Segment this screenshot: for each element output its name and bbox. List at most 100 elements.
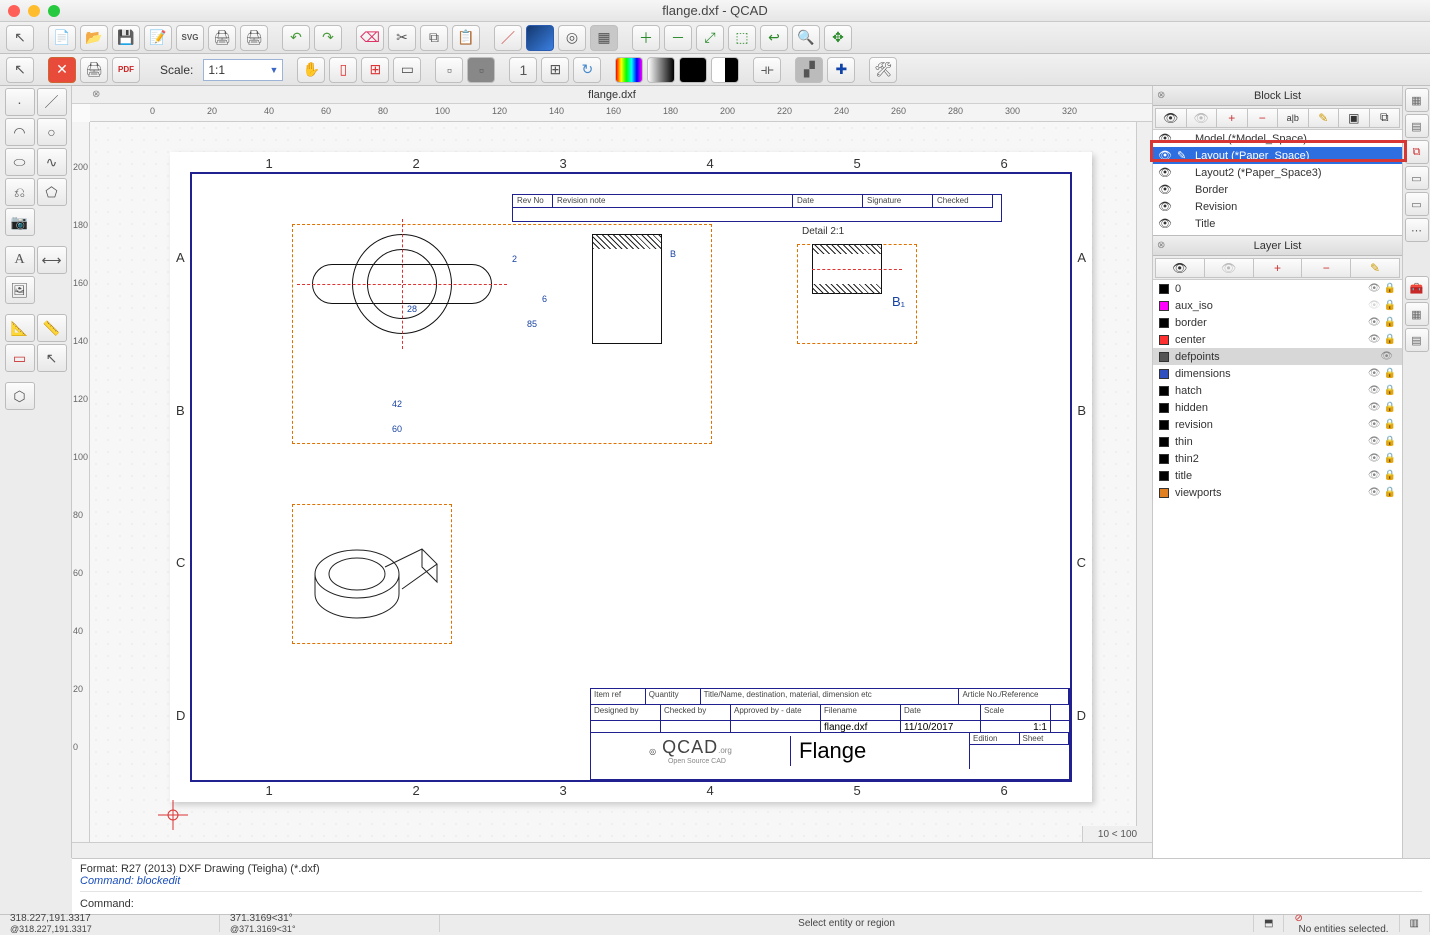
save-file-button[interactable]: 💾 <box>112 25 140 51</box>
nc-btn-9[interactable]: ▤ <box>1405 328 1429 352</box>
status-toggle-1[interactable]: ⬒ <box>1254 915 1284 932</box>
pointer-tool[interactable]: ↖ <box>6 25 34 51</box>
point-tool[interactable]: · <box>5 88 35 116</box>
block-insert-button[interactable]: ▣ <box>1339 108 1370 128</box>
bbox-tool[interactable]: ▭ <box>5 344 35 372</box>
layer-list[interactable]: 0👁🔒aux_iso👁🔒border👁🔒center👁🔒defpoints👁di… <box>1153 280 1402 858</box>
landscape-button[interactable]: ⊞ <box>361 57 389 83</box>
layer-item[interactable]: thin2👁🔒 <box>1153 450 1402 467</box>
paste-button[interactable]: 📋 <box>452 25 480 51</box>
snap-cross-button[interactable]: ✚ <box>827 57 855 83</box>
layer-item[interactable]: thin👁🔒 <box>1153 433 1402 450</box>
block-item[interactable]: 👁Title <box>1153 215 1402 232</box>
horizontal-scrollbar[interactable] <box>72 842 1152 858</box>
vertical-scrollbar[interactable] <box>1136 122 1152 826</box>
circle-tool[interactable]: ○ <box>37 118 67 146</box>
hand-tool-button[interactable]: ✋ <box>297 57 325 83</box>
drawing-canvas[interactable]: Rev NoRevision noteDateSignatureChecked … <box>90 122 1152 842</box>
block-item[interactable]: 👁Revision <box>1153 198 1402 215</box>
circle-tool-button[interactable]: ◎ <box>558 25 586 51</box>
layer-item[interactable]: dimensions👁🔒 <box>1153 365 1402 382</box>
layer-item[interactable]: hidden👁🔒 <box>1153 399 1402 416</box>
arc-tool[interactable]: ◠ <box>5 118 35 146</box>
layer-item[interactable]: defpoints👁 <box>1153 348 1402 365</box>
open-file-button[interactable]: 📂 <box>80 25 108 51</box>
edit-file-button[interactable]: 📝 <box>144 25 172 51</box>
draw-line-button[interactable]: ／ <box>494 25 522 51</box>
layer-hide-button[interactable]: 👁 <box>1205 258 1254 278</box>
zoom-in-button[interactable]: ＋ <box>632 25 660 51</box>
nc-btn-3[interactable]: ⧉ <box>1405 140 1429 164</box>
layer-item[interactable]: hatch👁🔒 <box>1153 382 1402 399</box>
nc-btn-6[interactable]: ⋯ <box>1405 218 1429 242</box>
layer-edit-button[interactable]: ✎ <box>1351 258 1400 278</box>
isometric-tool[interactable]: ⬡ <box>5 382 35 410</box>
pdf-export-button[interactable]: PDF <box>112 57 140 83</box>
layer-add-button[interactable]: + <box>1254 258 1303 278</box>
close-drawing-button[interactable]: ✕ <box>48 57 76 83</box>
polygon-tool[interactable]: ⬠ <box>37 178 67 206</box>
measure-tool[interactable]: 📐 <box>5 314 35 342</box>
layer-item[interactable]: border👁🔒 <box>1153 314 1402 331</box>
grid-button[interactable]: ▦ <box>590 25 618 51</box>
block-item[interactable]: 👁Border <box>1153 181 1402 198</box>
undo-button[interactable]: ↶ <box>282 25 310 51</box>
svg-export-button[interactable]: SVG <box>176 25 204 51</box>
gradient-button[interactable] <box>526 25 554 51</box>
copy-button[interactable]: ⧉ <box>420 25 448 51</box>
block-add-button[interactable]: + <box>1217 108 1248 128</box>
polyline-tool[interactable]: ⎌ <box>5 178 35 206</box>
one-column-button[interactable]: 1 <box>509 57 537 83</box>
nc-btn-2[interactable]: ▤ <box>1405 114 1429 138</box>
portrait-button[interactable]: ▯ <box>329 57 357 83</box>
scale-combo[interactable]: 1:1 ▼ <box>203 59 283 81</box>
align-button[interactable]: ⟛ <box>753 57 781 83</box>
erase-button[interactable]: ⌫ <box>356 25 384 51</box>
nc-btn-7[interactable]: 🧰 <box>1405 276 1429 300</box>
panel-close-icon[interactable]: ⊗ <box>1157 90 1165 101</box>
zoom-selection-button[interactable]: ⬚ <box>728 25 756 51</box>
layer-show-button[interactable]: 👁 <box>1155 258 1205 278</box>
nc-btn-4[interactable]: ▭ <box>1405 166 1429 190</box>
redo-button[interactable]: ↷ <box>314 25 342 51</box>
block-item[interactable]: 👁Layout2 (*Paper_Space3) <box>1153 164 1402 181</box>
multi-column-button[interactable]: ⊞ <box>541 57 569 83</box>
block-hide-button[interactable]: 👁 <box>1187 108 1218 128</box>
zoom-extents-button[interactable]: ⤢ <box>696 25 724 51</box>
print-preview-button[interactable]: 🖨 <box>240 25 268 51</box>
text-tool[interactable]: A <box>5 246 35 274</box>
tab-close-icon[interactable]: ⊗ <box>92 89 100 100</box>
quick-print-button[interactable]: 🖨 <box>80 57 108 83</box>
page-bg-button[interactable]: ▫ <box>467 57 495 83</box>
spline-tool[interactable]: ∿ <box>37 148 67 176</box>
layer-remove-button[interactable]: − <box>1302 258 1351 278</box>
select-pointer-tool[interactable]: ↖ <box>37 344 67 372</box>
image-tool[interactable]: 🖼 <box>5 276 35 304</box>
ellipse-tool[interactable]: ⬭ <box>5 148 35 176</box>
page-setup-button[interactable]: ▭ <box>393 57 421 83</box>
zoom-previous-button[interactable]: ↩ <box>760 25 788 51</box>
document-tab[interactable]: ⊗ flange.dxf <box>72 86 1152 104</box>
layer-item[interactable]: revision👁🔒 <box>1153 416 1402 433</box>
settings-button[interactable]: 🛠 <box>869 57 897 83</box>
command-input[interactable] <box>134 901 1422 913</box>
block-show-button[interactable]: 👁 <box>1155 108 1187 128</box>
nc-btn-1[interactable]: ▦ <box>1405 88 1429 112</box>
layer-item[interactable]: 0👁🔒 <box>1153 280 1402 297</box>
nc-btn-5[interactable]: ▭ <box>1405 192 1429 216</box>
layer-item[interactable]: title👁🔒 <box>1153 467 1402 484</box>
block-copy-button[interactable]: ⧉ <box>1370 108 1401 128</box>
pan-button[interactable]: ✥ <box>824 25 852 51</box>
cut-button[interactable]: ✂ <box>388 25 416 51</box>
bw-split-button[interactable] <box>711 57 739 83</box>
layer-item[interactable]: center👁🔒 <box>1153 331 1402 348</box>
select-tool-button[interactable]: ↖ <box>6 57 34 83</box>
zoom-out-button[interactable]: － <box>664 25 692 51</box>
color-mode-button[interactable] <box>615 57 643 83</box>
ruler-tool[interactable]: 📏 <box>37 314 67 342</box>
line-tool[interactable]: ／ <box>37 88 67 116</box>
zoom-window-button[interactable]: 🔍 <box>792 25 820 51</box>
lineweight-button[interactable]: ▞ <box>795 57 823 83</box>
single-page-button[interactable]: ▫ <box>435 57 463 83</box>
status-toggle-2[interactable]: ▥ <box>1400 915 1430 932</box>
